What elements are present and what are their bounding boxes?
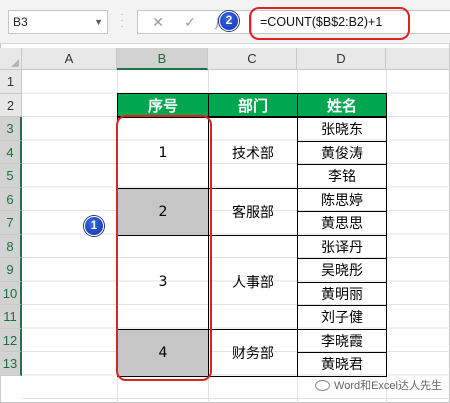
sequence-highlight-box xyxy=(116,115,212,381)
col-header-c[interactable]: C xyxy=(208,48,297,70)
row-header[interactable]: 8 xyxy=(0,234,22,258)
col-header-b[interactable]: B xyxy=(117,48,208,70)
header-dept[interactable]: 部门 xyxy=(208,93,298,117)
row-header[interactable]: 11 xyxy=(0,305,22,329)
col-header-d[interactable]: D xyxy=(297,48,386,70)
badge-column: 1 xyxy=(84,216,104,236)
dept-cell[interactable]: 人事部 xyxy=(208,234,298,330)
row-header[interactable]: 9 xyxy=(0,258,22,282)
wechat-icon xyxy=(315,379,331,391)
row-header[interactable]: 6 xyxy=(0,187,22,211)
name-cell[interactable]: 张晓东 xyxy=(297,117,387,142)
chevron-down-icon[interactable]: ▼ xyxy=(94,11,103,33)
name-box-value: B3 xyxy=(13,15,28,29)
row-header[interactable]: 5 xyxy=(0,164,22,188)
watermark: Word和Excel达人先生 xyxy=(315,377,442,393)
cancel-icon[interactable]: ✕ xyxy=(148,11,168,33)
dept-cell[interactable]: 技术部 xyxy=(208,117,298,189)
select-all-corner[interactable] xyxy=(0,48,22,70)
name-cell[interactable]: 刘子健 xyxy=(297,305,387,330)
row-header[interactable]: 13 xyxy=(0,352,22,376)
col-header-e[interactable] xyxy=(386,48,450,70)
name-cell[interactable]: 陈思婷 xyxy=(297,187,387,212)
row-header[interactable]: 4 xyxy=(0,140,22,164)
col-header-a[interactable]: A xyxy=(22,48,117,70)
badge-formula: 2 xyxy=(219,11,239,31)
row-header[interactable]: 1 xyxy=(0,70,22,94)
name-cell[interactable]: 张译丹 xyxy=(297,234,387,259)
header-seq[interactable]: 序号 xyxy=(117,93,209,117)
row-header[interactable]: 2 xyxy=(0,93,22,117)
name-box[interactable]: B3 ▼ xyxy=(8,10,108,34)
row-header[interactable]: 10 xyxy=(0,281,22,305)
name-cell[interactable]: 吴晓彤 xyxy=(297,258,387,283)
name-cell[interactable]: 黄思思 xyxy=(297,211,387,236)
header-name[interactable]: 姓名 xyxy=(297,93,387,117)
name-cell[interactable]: 黄俊涛 xyxy=(297,140,387,165)
dept-cell[interactable]: 财务部 xyxy=(208,328,298,377)
row-header[interactable]: 12 xyxy=(0,328,22,352)
watermark-text: Word和Excel达人先生 xyxy=(334,380,442,392)
row-header[interactable]: 3 xyxy=(0,117,22,141)
row-header[interactable]: 7 xyxy=(0,211,22,235)
dept-cell[interactable]: 客服部 xyxy=(208,187,298,236)
name-cell[interactable]: 黄明丽 xyxy=(297,281,387,306)
formula-highlight-box xyxy=(249,7,410,40)
enter-icon[interactable]: ✓ xyxy=(180,11,200,33)
name-cell[interactable]: 黄晓君 xyxy=(297,352,387,377)
drag-handle-icon[interactable]: · · · xyxy=(118,10,126,32)
name-cell[interactable]: 李晓霞 xyxy=(297,328,387,353)
name-cell[interactable]: 李铭 xyxy=(297,164,387,189)
